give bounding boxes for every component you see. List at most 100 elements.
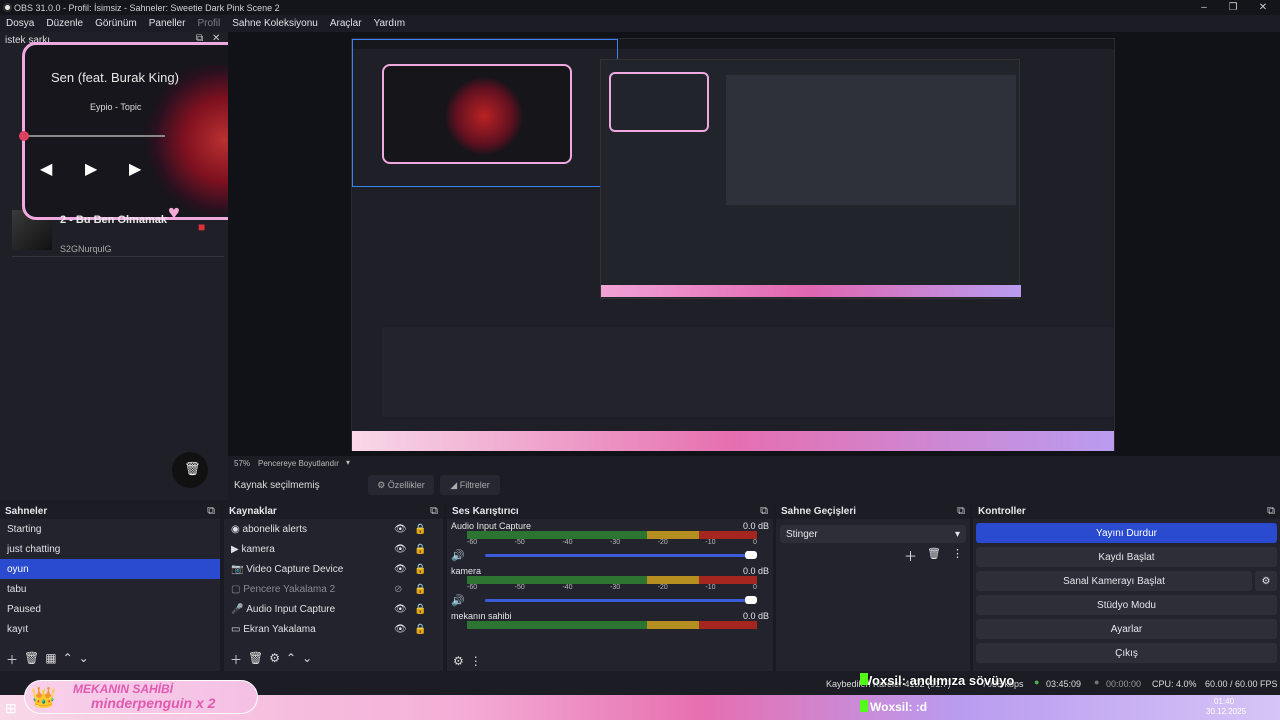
source-item[interactable]: ◉ abonelik alerts 👁 🔒 — [224, 519, 443, 539]
menu-paneller[interactable]: Paneller — [143, 18, 192, 29]
windows-start-icon[interactable]: ⊞ — [5, 700, 17, 717]
menu-araclar[interactable]: Araçlar — [324, 18, 368, 29]
record-icon: ● — [1094, 677, 1100, 687]
channel-db: 0.0 dB — [742, 521, 769, 531]
move-down-icon[interactable]: ⌄ — [302, 651, 312, 668]
trash-icon[interactable]: 🗑 — [248, 651, 263, 668]
banner-name: minderpenguin x 2 — [91, 695, 216, 711]
media-icon: ▶ — [231, 543, 242, 555]
eye-hidden-icon[interactable]: ⊘ — [394, 584, 402, 595]
selection-box[interactable] — [352, 39, 618, 187]
browser-icon: ◉ — [231, 523, 243, 535]
move-down-icon[interactable]: ⌄ — [79, 651, 89, 668]
lock-icon[interactable]: 🔒 — [414, 584, 426, 595]
move-up-icon[interactable]: ⌃ — [63, 651, 73, 668]
lock-icon[interactable]: 🔒 — [414, 624, 426, 635]
menu-sahne-koleksiyonu[interactable]: Sahne Koleksiyonu — [226, 18, 324, 29]
next-icon[interactable]: ▶ — [129, 159, 141, 179]
eye-icon[interactable]: 👁 — [394, 564, 407, 575]
transition-select[interactable]: Stinger ▾ — [780, 525, 966, 543]
settings-button[interactable]: Ayarlar — [976, 619, 1277, 639]
crown-icon: 👑 — [31, 687, 56, 709]
menu-duzenle[interactable]: Düzenle — [40, 18, 89, 29]
undock-icon[interactable]: ⧉ — [430, 505, 438, 518]
source-item[interactable]: ▭ Ekran Yakalama 👁 🔒 — [224, 619, 443, 639]
eye-icon[interactable]: 👁 — [394, 544, 407, 555]
menu-profil[interactable]: Profil — [191, 18, 226, 29]
gear-icon[interactable]: ⚙ — [269, 651, 280, 668]
kick-icon — [860, 673, 868, 685]
add-icon[interactable]: ＋ — [6, 651, 18, 668]
stop-stream-button[interactable]: Yayını Durdur — [976, 523, 1277, 543]
undock-icon[interactable]: ⧉ — [1267, 505, 1275, 518]
undock-icon[interactable]: ⧉ — [957, 505, 965, 518]
virtual-camera-button[interactable]: Sanal Kamerayı Başlat — [976, 571, 1252, 591]
record-time: 00:00:00 — [1106, 679, 1142, 689]
move-up-icon[interactable]: ⌃ — [286, 651, 296, 668]
meter-scale: -60 -50 -40 -30 -20 -10 0 — [467, 539, 757, 546]
menu-gorunum[interactable]: Görünüm — [89, 18, 143, 29]
play-icon[interactable]: ▶ — [85, 159, 97, 179]
speaker-icon[interactable]: 🔊 — [451, 594, 465, 607]
start-recording-button[interactable]: Kaydı Başlat — [976, 547, 1277, 567]
progress-knob[interactable] — [19, 131, 29, 141]
undock-icon[interactable]: ⧉ — [207, 505, 215, 518]
menu-yardim[interactable]: Yardım — [368, 18, 412, 29]
add-icon[interactable]: ＋ — [230, 651, 242, 668]
scene-item[interactable]: kayıt — [0, 619, 220, 639]
fit-dropdown[interactable]: Pencereye Boyutlandır — [258, 459, 339, 468]
controls-title: Kontroller — [978, 505, 1026, 517]
more-icon[interactable]: ⋮ — [952, 547, 963, 560]
nested-taskbar — [601, 285, 1021, 297]
source-label: Audio Input Capture — [246, 603, 336, 615]
window-icon: ▢ — [231, 583, 244, 595]
more-icon[interactable]: ⋮ — [470, 654, 482, 668]
transitions-dock: Sahne Geçişleri ⧉ Stinger ▾ ＋ 🗑 ⋮ — [776, 503, 970, 671]
undock-icon[interactable]: ⧉ — [760, 505, 768, 518]
menu-dosya[interactable]: Dosya — [0, 18, 40, 29]
eye-icon[interactable]: 👁 — [394, 604, 407, 615]
filters-button[interactable]: ◢ Filtreler — [440, 475, 500, 495]
speaker-icon[interactable]: 🔊 — [451, 549, 465, 562]
progress-track[interactable] — [25, 135, 165, 137]
source-item[interactable]: 🎤 Audio Input Capture 👁 🔒 — [224, 599, 443, 619]
mixer-title: Ses Karıştırıcı — [452, 505, 519, 517]
source-item[interactable]: 📷 Video Capture Device 👁 🔒 — [224, 559, 443, 579]
scene-item[interactable]: Starting — [0, 519, 220, 539]
maximize-icon[interactable]: ❐ — [1218, 0, 1248, 15]
filter-icon[interactable]: ▦ — [45, 651, 56, 668]
properties-button[interactable]: ⚙ Özellikler — [368, 475, 434, 495]
trash-icon[interactable]: 🗑 — [927, 547, 941, 560]
trash-icon: 🗑 — [184, 461, 201, 476]
filter-icon: ◢ — [450, 479, 460, 490]
volume-slider[interactable] — [484, 551, 757, 559]
scene-item[interactable]: tabu — [0, 579, 220, 599]
scene-item[interactable]: Paused — [0, 599, 220, 619]
eye-icon[interactable]: 👁 — [394, 624, 407, 635]
lock-icon[interactable]: 🔒 — [414, 544, 426, 555]
sources-title: Kaynaklar — [229, 505, 277, 517]
scene-item[interactable]: just chatting — [0, 539, 220, 559]
minimize-icon[interactable]: – — [1189, 0, 1219, 15]
close-icon[interactable]: ✕ — [1248, 0, 1278, 15]
eye-icon[interactable]: 👁 — [394, 524, 407, 535]
chevron-down-icon[interactable]: ▾ — [346, 458, 350, 467]
owner-banner: 👑 MEKANIN SAHİBİ minderpenguin x 2 — [24, 680, 258, 714]
exit-button[interactable]: Çıkış — [976, 643, 1277, 663]
gear-icon[interactable]: ⚙ — [453, 654, 464, 668]
lock-icon[interactable]: 🔒 — [414, 564, 426, 575]
virtual-camera-settings-icon[interactable]: ⚙ — [1255, 571, 1277, 591]
add-icon[interactable]: ＋ — [904, 546, 917, 565]
volume-slider[interactable] — [484, 596, 757, 604]
lock-icon[interactable]: 🔒 — [414, 604, 426, 615]
source-item-hidden[interactable]: ▢ Pencere Yakalama 2 ⊘ 🔒 — [224, 579, 443, 599]
scene-item-selected[interactable]: oyun — [0, 559, 220, 579]
delete-button[interactable]: 🗑 — [172, 452, 208, 488]
source-item[interactable]: ▶ kamera 👁 🔒 — [224, 539, 443, 559]
trash-icon[interactable]: 🗑 — [24, 651, 39, 668]
nested-bottom-taskbar — [352, 431, 1114, 451]
previous-icon[interactable]: ◀ — [40, 159, 52, 179]
lock-icon[interactable]: 🔒 — [414, 524, 426, 535]
studio-mode-button[interactable]: Stüdyo Modu — [976, 595, 1277, 615]
trash-red-icon[interactable]: ■ — [198, 220, 205, 234]
